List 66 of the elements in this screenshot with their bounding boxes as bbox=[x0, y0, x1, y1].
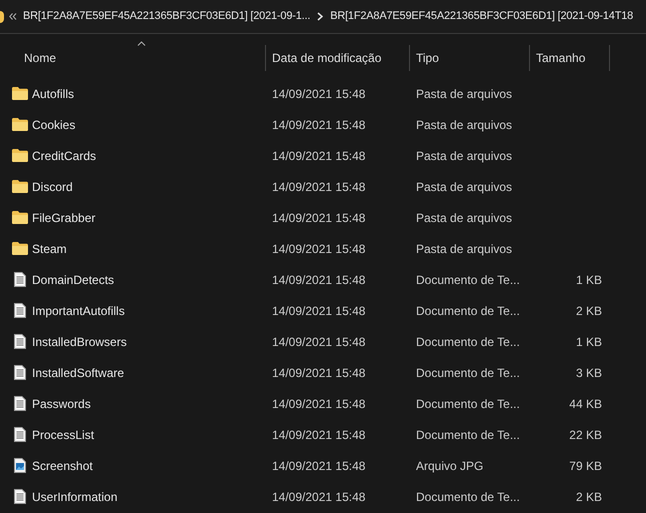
type-cell-text: Documento de Te... bbox=[415, 426, 521, 444]
type-cell-text: Documento de Te... bbox=[415, 364, 521, 382]
breadcrumb-item[interactable]: BR[1F2A8A7E59EF45A221365BF3CF03E6D1] [2021-09-1... bbox=[23, 8, 310, 25]
date-cell-text: 14/09/2021 15:48 bbox=[271, 488, 366, 506]
type-cell-text: Pasta de arquivos bbox=[415, 240, 514, 258]
type-cell-text: Documento de Te... bbox=[415, 302, 521, 320]
document-icon bbox=[14, 303, 26, 318]
double-chevron-icon[interactable] bbox=[9, 13, 17, 20]
date-cell-text: 14/09/2021 15:48 bbox=[271, 272, 366, 288]
type-cell-text: Arquivo JPG bbox=[415, 458, 484, 474]
type-cell-text: Documento de Te... bbox=[415, 488, 521, 506]
size-cell-text: 44 KB bbox=[569, 396, 602, 412]
date-cell-text: 14/09/2021 15:48 bbox=[271, 426, 366, 444]
document-icon bbox=[14, 427, 26, 442]
size-cell-text: 2 KB bbox=[576, 302, 602, 320]
date-cell-text: 14/09/2021 15:48 bbox=[271, 148, 366, 164]
date-cell-text: 14/09/2021 15:48 bbox=[271, 302, 366, 320]
file-name[interactable]: UserInformation bbox=[32, 488, 118, 506]
file-name[interactable]: Steam bbox=[32, 240, 67, 258]
date-cell-text: 14/09/2021 15:48 bbox=[271, 210, 366, 226]
file-name[interactable]: DomainDetects bbox=[32, 270, 114, 288]
size-cell-text: 22 KB bbox=[569, 426, 602, 444]
date-cell-text: 14/09/2021 15:48 bbox=[271, 396, 366, 412]
size-cell-text: 1 KB bbox=[576, 272, 602, 288]
date-cell-text: 14/09/2021 15:48 bbox=[271, 116, 366, 134]
document-icon bbox=[14, 272, 26, 287]
type-cell-text: Documento de Te... bbox=[415, 272, 521, 288]
size-cell-text: 1 KB bbox=[576, 334, 602, 350]
document-icon bbox=[14, 396, 26, 411]
date-cell-text: 14/09/2021 15:48 bbox=[271, 364, 366, 382]
file-name[interactable]: InstalledSoftware bbox=[32, 364, 124, 382]
file-name[interactable]: ImportantAutofills bbox=[32, 302, 125, 320]
file-name[interactable]: Autofills bbox=[32, 84, 74, 102]
date-cell-text: 14/09/2021 15:48 bbox=[271, 178, 366, 196]
file-name[interactable]: FileGrabber bbox=[32, 208, 96, 226]
column-header[interactable]: Tamanho bbox=[536, 49, 586, 67]
date-cell-text: 14/09/2021 15:48 bbox=[271, 334, 366, 350]
type-cell-text: Documento de Te... bbox=[415, 334, 521, 350]
date-cell-text: 14/09/2021 15:48 bbox=[271, 86, 366, 102]
column-header[interactable]: Tipo bbox=[416, 49, 439, 67]
document-icon bbox=[14, 365, 26, 380]
size-cell-text: 3 KB bbox=[576, 364, 602, 382]
file-name[interactable]: CreditCards bbox=[32, 146, 96, 164]
file-name[interactable]: Passwords bbox=[32, 394, 91, 412]
chevron-icon bbox=[317, 12, 324, 21]
column-header[interactable]: Data de modificação bbox=[272, 49, 382, 67]
type-cell-text: Pasta de arquivos bbox=[415, 86, 514, 102]
date-cell-text: 14/09/2021 15:48 bbox=[271, 458, 366, 474]
date-cell-text: 14/09/2021 15:48 bbox=[271, 240, 366, 258]
file-name[interactable]: InstalledBrowsers bbox=[32, 332, 127, 350]
file-name[interactable]: Cookies bbox=[32, 116, 76, 134]
file-name[interactable]: Screenshot bbox=[32, 456, 93, 474]
type-cell-text: Documento de Te... bbox=[415, 396, 521, 412]
document-icon bbox=[14, 334, 26, 349]
type-cell-text: Pasta de arquivos bbox=[415, 116, 514, 134]
type-cell-text: Pasta de arquivos bbox=[415, 210, 514, 226]
size-cell-text: 79 KB bbox=[569, 458, 602, 474]
image-file-icon bbox=[14, 458, 26, 473]
size-cell-text: 2 KB bbox=[576, 488, 602, 506]
document-icon bbox=[14, 489, 26, 504]
type-cell-text: Pasta de arquivos bbox=[415, 148, 514, 164]
file-name[interactable]: Discord bbox=[32, 178, 73, 196]
type-cell-text: Pasta de arquivos bbox=[415, 178, 514, 196]
file-name[interactable]: ProcessList bbox=[32, 426, 94, 444]
column-header[interactable]: Nome bbox=[24, 49, 56, 67]
breadcrumb-item[interactable]: BR[1F2A8A7E59EF45A221365BF3CF03E6D1] [2021-09-14T18 bbox=[330, 8, 634, 25]
